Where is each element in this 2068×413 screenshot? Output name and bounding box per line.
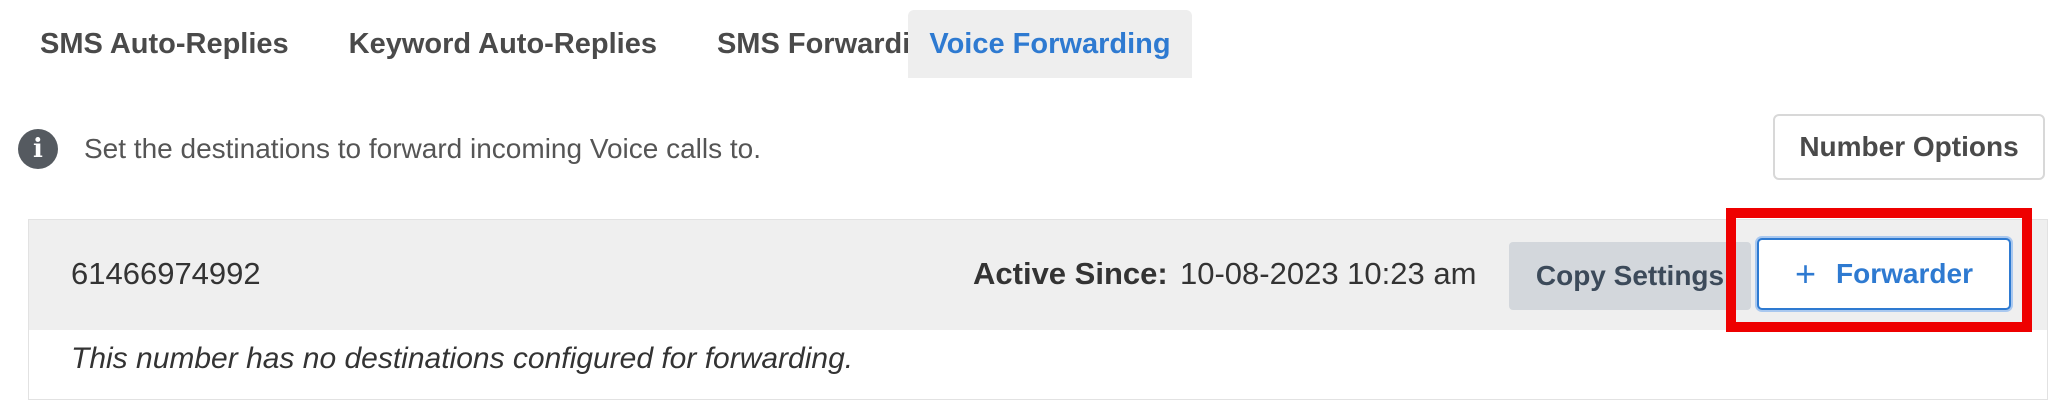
empty-destinations-message: This number has no destinations configur… <box>71 342 854 375</box>
tab-sms-auto-replies[interactable]: SMS Auto-Replies <box>0 10 319 78</box>
copy-settings-button[interactable]: Copy Settings <box>1509 242 1751 310</box>
active-since-value: 10-08-2023 10:23 am <box>1180 256 1477 291</box>
active-since-label: Active Since: <box>973 256 1168 291</box>
info-text: Set the destinations to forward incoming… <box>84 133 762 164</box>
tab-voice-forwarding[interactable]: Voice Forwarding <box>908 10 1192 78</box>
tab-keyword-auto-replies[interactable]: Keyword Auto-Replies <box>319 10 687 78</box>
phone-number: 61466974992 <box>71 256 261 291</box>
number-options-button[interactable]: Number Options <box>1773 114 2045 180</box>
forwarding-tabs: SMS Auto-Replies Keyword Auto-Replies SM… <box>0 10 1192 78</box>
info-icon: i <box>18 129 58 169</box>
info-row: i Set the destinations to forward incomi… <box>18 126 761 172</box>
add-forwarder-button[interactable]: + Forwarder <box>1757 238 2011 310</box>
add-forwarder-label: Forwarder <box>1836 258 1973 289</box>
plus-icon: + <box>1795 253 1817 294</box>
